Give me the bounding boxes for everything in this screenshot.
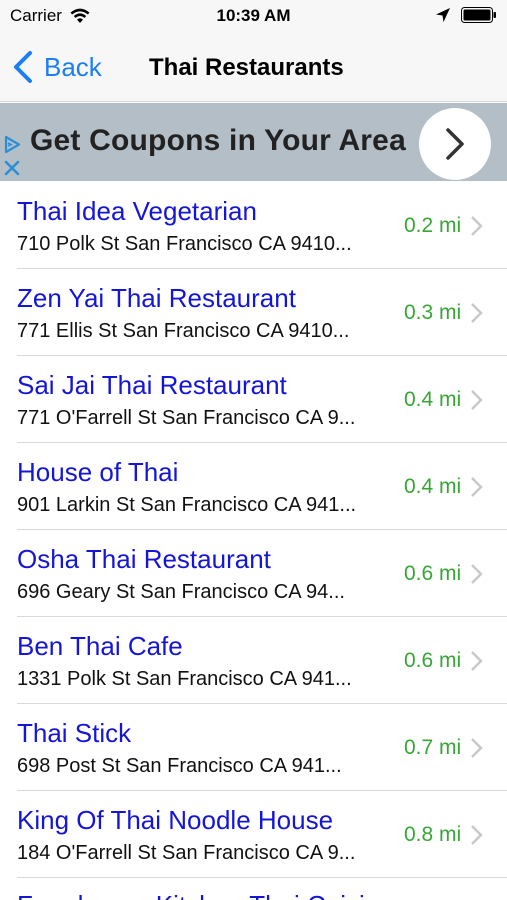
restaurant-distance: 0.3 mi [404, 301, 462, 324]
restaurant-address: 698 Post St San Francisco CA 941... [17, 755, 342, 777]
disclosure-chevron-icon [471, 825, 483, 845]
status-right [435, 7, 497, 23]
restaurant-address: 696 Geary St San Francisco CA 94... [17, 581, 345, 603]
status-time: 10:39 AM [216, 6, 291, 25]
restaurant-name: Thai Idea Vegetarian [17, 196, 257, 226]
restaurant-name: Zen Yai Thai Restaurant [17, 283, 296, 313]
list-item[interactable]: Ben Thai Cafe 1331 Polk St San Francisco… [0, 617, 507, 704]
restaurant-address: 771 Ellis St San Francisco CA 9410... [17, 320, 350, 342]
restaurant-name: House of Thai [17, 457, 179, 487]
disclosure-chevron-icon [471, 738, 483, 758]
restaurant-distance: 0.6 mi [404, 562, 462, 585]
restaurant-address: 771 O'Farrell St San Francisco CA 9... [17, 407, 356, 429]
restaurant-address: 184 O'Farrell St San Francisco CA 9... [17, 842, 356, 864]
disclosure-chevron-icon [471, 477, 483, 497]
page-title: Thai Restaurants [149, 54, 344, 81]
restaurant-name: King Of Thai Noodle House [17, 805, 334, 835]
restaurant-name: Ben Thai Cafe [17, 631, 183, 661]
back-chevron-icon [14, 51, 32, 83]
restaurant-distance: 0.2 mi [404, 214, 462, 237]
list-item[interactable]: Thai Idea Vegetarian 710 Polk St San Fra… [0, 182, 507, 269]
restaurant-list: Thai Idea Vegetarian 710 Polk St San Fra… [0, 182, 507, 900]
back-button[interactable]: Back [12, 50, 102, 84]
list-item[interactable]: Sai Jai Thai Restaurant 771 O'Farrell St… [0, 356, 507, 443]
chevron-right-icon [446, 128, 464, 160]
restaurant-distance: 0.4 mi [404, 475, 462, 498]
ad-banner[interactable]: Get Coupons in Your Area [0, 103, 507, 181]
list-item[interactable]: House of Thai 901 Larkin St San Francisc… [0, 443, 507, 530]
ad-text: Get Coupons in Your Area [30, 124, 406, 157]
restaurant-name: Thai Stick [17, 718, 132, 748]
list-item[interactable]: Osha Thai Restaurant 696 Geary St San Fr… [0, 530, 507, 617]
restaurant-name: Osha Thai Restaurant [17, 544, 271, 574]
list-item[interactable]: Zen Yai Thai Restaurant 771 Ellis St San… [0, 269, 507, 356]
disclosure-chevron-icon [471, 564, 483, 584]
restaurant-name: Sai Jai Thai Restaurant [17, 370, 287, 400]
back-label: Back [44, 51, 102, 82]
list-item-partial[interactable]: Farmhouse Kitchen Thai Cuisine [0, 878, 507, 900]
location-arrow-icon [436, 8, 450, 22]
restaurant-distance: 0.4 mi [404, 388, 462, 411]
status-bar: Carrier 10:39 AM [0, 0, 507, 36]
navigation-bar: Back Thai Restaurants [0, 36, 507, 102]
list-item[interactable]: King Of Thai Noodle House 184 O'Farrell … [0, 791, 507, 878]
disclosure-chevron-icon [471, 651, 483, 671]
disclosure-chevron-icon [471, 303, 483, 323]
restaurant-distance: 0.7 mi [404, 736, 462, 759]
restaurant-name: Farmhouse Kitchen Thai Cuisine [17, 890, 394, 900]
ad-choices-icon[interactable] [2, 134, 22, 180]
restaurant-distance: 0.6 mi [404, 649, 462, 672]
disclosure-chevron-icon [471, 390, 483, 410]
list-item[interactable]: Thai Stick 698 Post St San Francisco CA … [0, 704, 507, 791]
restaurant-address: 710 Polk St San Francisco CA 9410... [17, 233, 352, 255]
disclosure-chevron-icon [471, 216, 483, 236]
restaurant-address: 901 Larkin St San Francisco CA 941... [17, 494, 357, 516]
battery-icon [461, 7, 496, 23]
ad-open-button[interactable] [419, 108, 491, 180]
restaurant-address: 1331 Polk St San Francisco CA 941... [17, 668, 352, 690]
restaurant-distance: 0.8 mi [404, 823, 462, 846]
